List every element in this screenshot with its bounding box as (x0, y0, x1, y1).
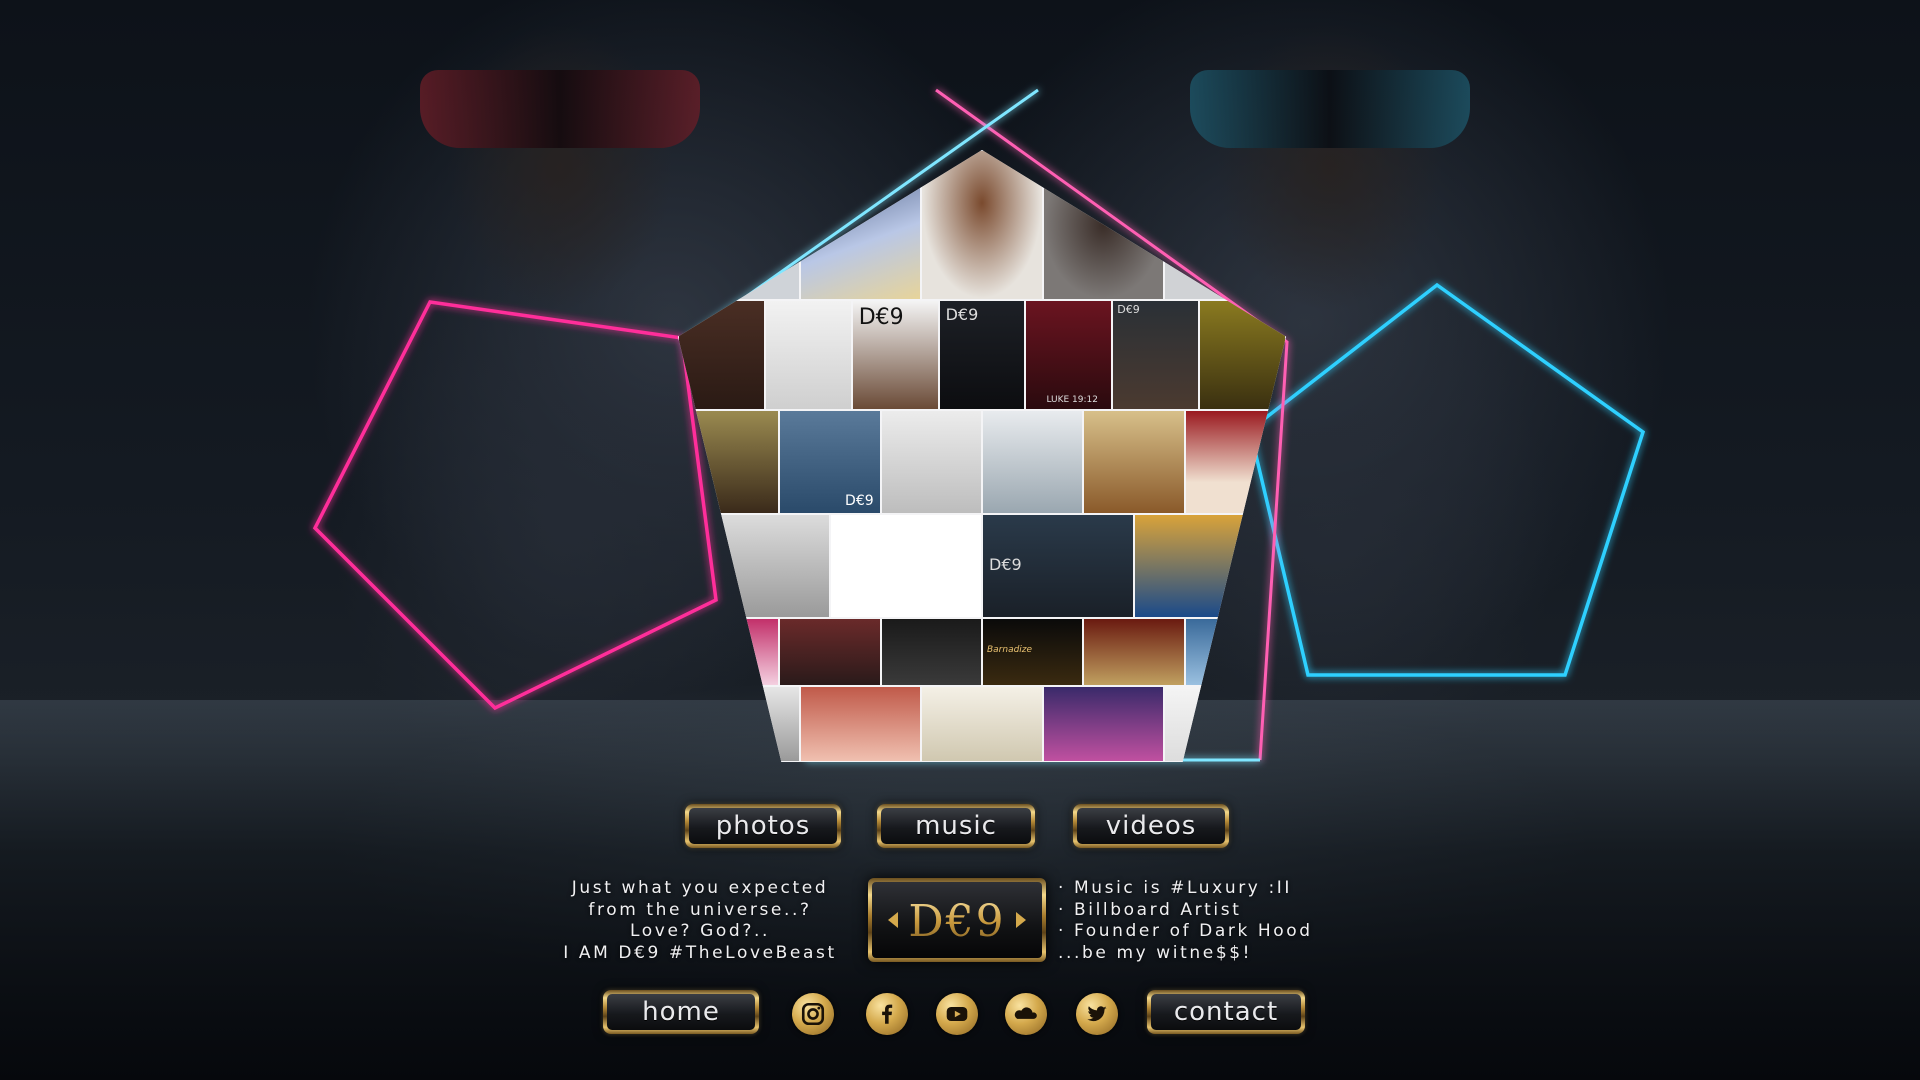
collage-tile[interactable] (830, 514, 982, 618)
collage-logo-text: D€9 (858, 305, 904, 330)
collage-tile[interactable]: D€9 (938, 300, 1026, 410)
collage-tile[interactable] (880, 410, 982, 514)
youtube-icon[interactable] (936, 993, 978, 1035)
photos-button[interactable]: photos (685, 804, 841, 848)
collage-tile[interactable]: LUKE 19:12 (1025, 300, 1113, 410)
logo-inner: D€9 (872, 882, 1042, 958)
collage-logo-text: D€9 (1117, 303, 1140, 316)
contact-button[interactable]: contact (1147, 990, 1305, 1034)
tagline-left-line: Love? God?.. (630, 921, 770, 941)
collage-tile[interactable] (981, 410, 1084, 514)
collage-tile[interactable] (1042, 686, 1165, 762)
collage-tile[interactable] (779, 618, 881, 686)
contact-button-label: contact (1151, 994, 1301, 1030)
music-button-label: music (881, 808, 1031, 844)
collage-tile[interactable]: D€9 (1112, 300, 1200, 410)
instagram-icon[interactable] (792, 993, 834, 1035)
tagline-right-line: · Billboard Artist (1058, 899, 1242, 920)
collage-tile[interactable]: D€9 (851, 300, 939, 410)
collage-tile[interactable]: Barnadize (981, 618, 1084, 686)
collage-tile[interactable] (1083, 618, 1185, 686)
collage-tile[interactable] (1083, 410, 1185, 514)
collage-caption: LUKE 19:12 (1046, 395, 1098, 405)
collage-logo-text: D€9 (945, 305, 979, 324)
photos-button-label: photos (689, 808, 837, 844)
soundcloud-icon[interactable] (1005, 993, 1047, 1035)
home-button[interactable]: home (603, 990, 759, 1034)
neon-pentagon-cyan (1248, 282, 1646, 677)
collage-tile[interactable] (880, 618, 982, 686)
tagline-right: · Music is #Luxury :II · Billboard Artis… (1058, 878, 1348, 964)
tagline-right-line: ...be my witne$$! (1058, 942, 1253, 963)
collage-logo-text: D€9 (845, 493, 874, 509)
videos-button[interactable]: videos (1073, 804, 1229, 848)
tagline-left-line: from the universe..? (588, 899, 812, 920)
collage-tile[interactable] (799, 686, 922, 762)
music-button[interactable]: music (877, 804, 1035, 848)
collage-tile[interactable] (764, 300, 852, 410)
tagline-left: Just what you expected from the universe… (545, 878, 855, 964)
collage-cover-text: Barnadize (986, 645, 1033, 655)
tagline-right-line: · Founder of Dark Hood (1058, 921, 1313, 941)
neon-pentagon-pink (312, 300, 718, 711)
collage-tile[interactable]: D€9 (779, 410, 881, 514)
de9-logo[interactable]: D€9 (868, 878, 1046, 962)
collage-tile[interactable] (921, 686, 1043, 762)
tagline-right-line: · Music is #Luxury :II (1058, 878, 1292, 898)
twitter-icon[interactable] (1076, 993, 1118, 1035)
collage-tile[interactable]: D€9 (982, 514, 1134, 618)
home-button-label: home (607, 994, 755, 1030)
logo-text: D€9 (908, 896, 1005, 947)
tagline-left-line: I AM D€9 #TheLoveBeast (563, 942, 837, 963)
videos-button-label: videos (1077, 808, 1225, 844)
collage-logo-text: D€9 (989, 555, 1022, 574)
tagline-left-line: Just what you expected (571, 878, 829, 898)
facebook-icon[interactable] (866, 993, 908, 1035)
de9-logo-mark: D€9 (888, 896, 1026, 947)
